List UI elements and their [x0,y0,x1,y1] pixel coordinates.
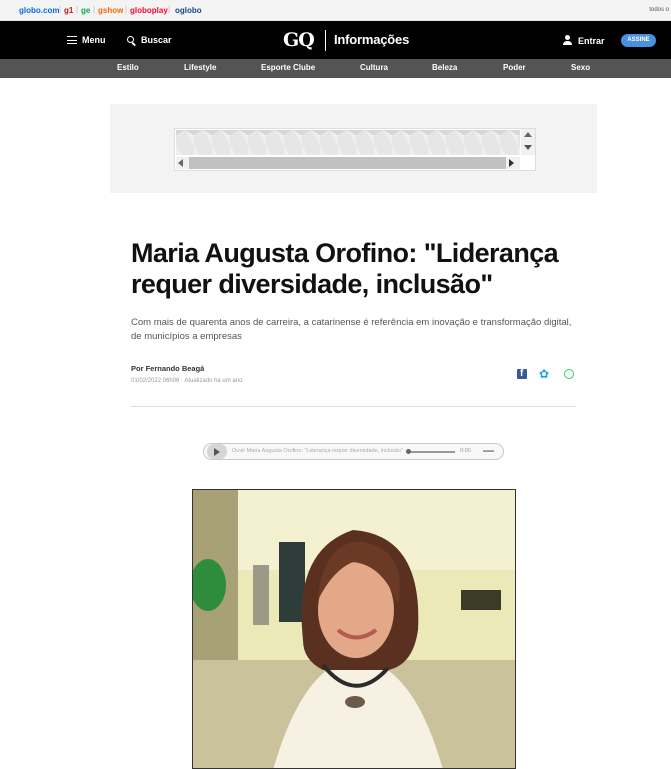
article-divider [131,406,576,407]
search-label: Buscar [141,35,172,45]
subscribe-button[interactable]: ASSINE [621,34,656,47]
menu-label: Menu [82,35,106,45]
facebook-icon[interactable] [516,368,528,380]
article-subtitle: Com mais de quarenta anos de carreira, a… [131,317,572,342]
scrollbar-thumb[interactable] [189,157,506,169]
separator: | [59,5,62,14]
section-title[interactable]: Informações [334,32,409,47]
ad-placeholder-pattern [176,130,520,155]
search-icon [127,36,134,43]
scroll-left-arrow-icon[interactable] [178,159,183,167]
login-button[interactable]: Entrar [578,36,605,46]
volume-icon[interactable]: ▬▬ [483,448,494,454]
all-sites-link[interactable]: todos o [649,7,669,13]
globo-link-gshow[interactable]: gshow [98,6,123,15]
separator: | [93,5,96,14]
logo-divider [325,30,326,51]
nav-item-sexo[interactable]: Sexo [571,63,590,72]
hamburger-icon [67,36,77,44]
globo-link-globoplay[interactable]: globoplay [130,6,168,15]
audio-progress-bar[interactable] [408,451,455,453]
nav-item-esporte-clube[interactable]: Esporte Clube [261,63,315,72]
site-header: Menu Buscar GQ Informações Entrar ASSINE [0,21,671,59]
article-photo [192,489,516,769]
scroll-up-arrow-icon[interactable] [524,132,532,137]
twitter-icon[interactable]: ✿ [539,368,551,380]
audio-title: Ouvir Maria Augusta Orofino: "Liderança … [232,448,403,454]
scroll-right-arrow-icon[interactable] [509,159,514,167]
globo-network-bar: globo.com | g1 | ge | gshow | globoplay … [0,0,671,21]
nav-item-beleza[interactable]: Beleza [432,63,457,72]
play-icon [214,448,220,456]
separator: | [168,5,171,14]
article-byline[interactable]: Por Fernando Beagá [131,364,204,373]
article-date: 01/02/2022 06h06 · Atualizado há um ano [131,378,243,384]
nav-item-poder[interactable]: Poder [503,63,526,72]
gq-logo[interactable]: GQ [283,29,315,51]
globo-link-globocom[interactable]: globo.com [19,6,59,15]
category-nav: Estilo Lifestyle Esporte Clube Cultura B… [0,59,671,78]
globo-link-oglobo[interactable]: oglobo [175,6,202,15]
globo-link-g1[interactable]: g1 [64,6,73,15]
audio-progress-handle[interactable] [406,449,411,454]
nav-item-lifestyle[interactable]: Lifestyle [184,63,216,72]
nav-item-estilo[interactable]: Estilo [117,63,139,72]
audio-time: 0:00 [460,448,471,454]
globo-link-ge[interactable]: ge [81,6,90,15]
whatsapp-icon[interactable] [563,368,575,380]
article-headline: Maria Augusta Orofino: "Liderança requer… [131,238,559,299]
user-icon[interactable] [563,35,572,45]
scroll-down-arrow-icon[interactable] [524,145,532,150]
separator: | [125,5,128,14]
nav-item-cultura[interactable]: Cultura [360,63,388,72]
separator: | [76,5,79,14]
